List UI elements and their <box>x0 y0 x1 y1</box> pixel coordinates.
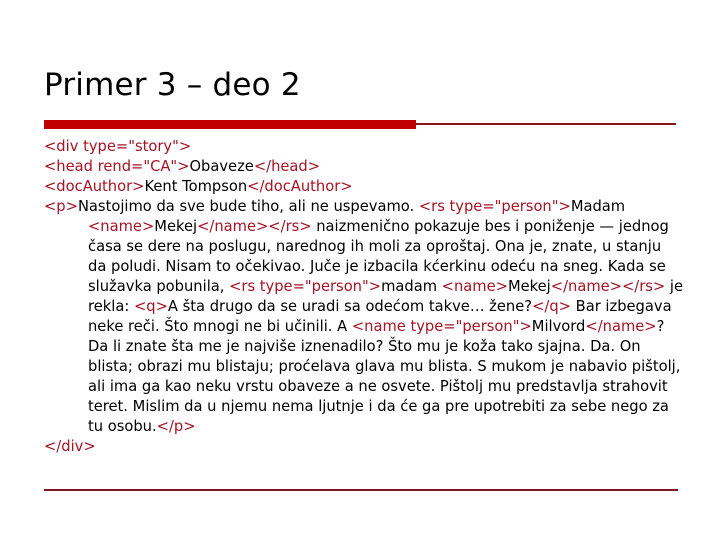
title-divider <box>44 120 676 129</box>
tag-docauthor-close: </docAuthor> <box>247 178 353 195</box>
text-paragraph-seg9: madam <box>381 278 442 295</box>
tag-docauthor-open: <docAuthor> <box>44 178 145 195</box>
text-paragraph-seg5: Mekej <box>154 218 198 235</box>
tag-name-rs-close-1: </name></rs> <box>197 218 312 235</box>
tag-rs-open-1: <rs type="person"> <box>418 198 571 215</box>
tag-name-close-3: </name> <box>585 318 657 335</box>
xml-line-div-close: </div> <box>44 437 684 457</box>
slide: Primer 3 – deo 2 <div type="story"> <hea… <box>0 0 720 540</box>
title-divider-thick <box>44 120 416 129</box>
tag-name-open-3: <name type="person"> <box>351 318 532 335</box>
bottom-divider <box>44 489 678 491</box>
tag-name-rs-close-2: </name></rs> <box>550 278 666 295</box>
xml-line-docauthor: <docAuthor>Kent Tompson</docAuthor> <box>44 177 684 197</box>
tag-name-open-2: <name> <box>441 278 508 295</box>
xml-line-head: <head rend="CA">Obaveze</head> <box>44 157 684 177</box>
tag-p-open: <p> <box>44 198 78 215</box>
title-divider-thin <box>416 123 676 125</box>
text-paragraph-seg3: Madam <box>570 198 630 215</box>
text-paragraph-seg19: Milvord <box>531 318 586 335</box>
tag-p-close: </p> <box>156 418 196 435</box>
text-paragraph-seg15: A šta drugo da se uradi sa odećom takve…… <box>167 298 533 315</box>
text-paragraph-seg1: Nastojimo da sve bude tiho, ali ne uspev… <box>77 198 419 215</box>
xml-markup-body: <div type="story"> <head rend="CA">Obave… <box>44 137 684 457</box>
text-docauthor-content: Kent Tompson <box>144 178 248 195</box>
text-paragraph-seg11: Mekej <box>507 278 551 295</box>
tag-div-open: <div type="story"> <box>44 138 192 155</box>
xml-line-paragraph: <p>Nastojimo da sve bude tiho, ali ne us… <box>44 197 684 437</box>
xml-line-div-open: <div type="story"> <box>44 137 684 157</box>
tag-q-open: <q> <box>133 298 168 315</box>
tag-name-open-1: <name> <box>88 218 155 235</box>
tag-div-close: </div> <box>44 438 96 455</box>
tag-head-close: </head> <box>253 158 321 175</box>
page-title: Primer 3 – deo 2 <box>44 67 301 103</box>
text-head-content: Obaveze <box>189 158 254 175</box>
tag-q-close: </q> <box>532 298 571 315</box>
tag-rs-open-2: <rs type="person"> <box>229 278 382 295</box>
tag-head-open: <head rend="CA"> <box>44 158 190 175</box>
